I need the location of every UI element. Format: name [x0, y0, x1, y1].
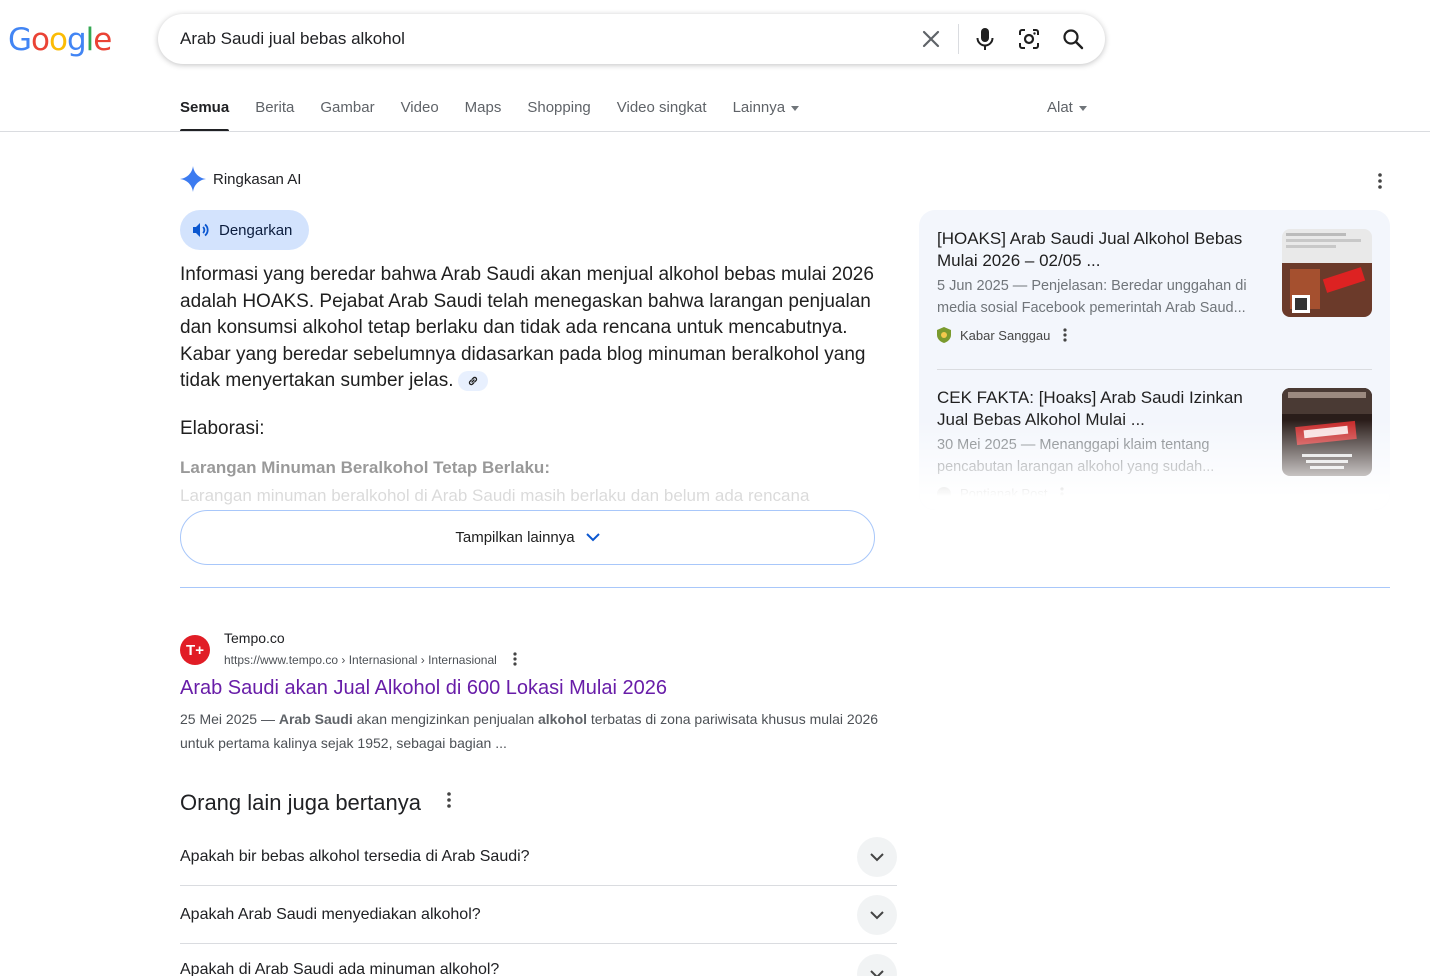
source-card-divider	[937, 369, 1372, 370]
tab-maps[interactable]: Maps	[465, 96, 502, 132]
source-card-title[interactable]: [HOAKS] Arab Saudi Jual Alkohol Bebas Mu…	[937, 228, 1267, 272]
gemini-sparkle-icon	[180, 166, 206, 192]
search-divider	[958, 24, 959, 54]
show-more-button[interactable]: Tampilkan lainnya	[180, 510, 875, 565]
clear-icon[interactable]	[918, 26, 944, 52]
ai-overview-title: Ringkasan AI	[213, 170, 302, 188]
tab-video[interactable]: Video	[401, 96, 439, 132]
tab-shopping[interactable]: Shopping	[527, 96, 590, 132]
tab-berita[interactable]: Berita	[255, 96, 294, 132]
tab-label: Berita	[255, 99, 295, 116]
chevron-down-icon[interactable]	[857, 954, 897, 976]
source-name: Kabar Sanggau	[960, 327, 1051, 343]
source-card[interactable]: [HOAKS] Arab Saudi Jual Alkohol Bebas Mu…	[937, 228, 1372, 343]
paa-title: Orang lain juga bertanya	[180, 790, 451, 816]
source-card-snippet: 5 Jun 2025 — Penjelasan: Beredar unggaha…	[937, 278, 1247, 316]
more-vert-icon[interactable]	[1063, 328, 1067, 342]
tab-label: Maps	[464, 99, 502, 116]
camera-lens-icon[interactable]	[1016, 26, 1042, 52]
snippet-text: akan mengizinkan penjualan	[352, 711, 538, 727]
listen-label: Dengarkan	[219, 221, 293, 239]
caret-down-icon	[1078, 106, 1087, 111]
search-box	[158, 14, 1105, 64]
paa-question[interactable]: Apakah bir bebas alkohol tersedia di Ara…	[180, 828, 897, 886]
snippet-highlight: alkohol	[538, 711, 588, 727]
paa-question-text: Apakah di Arab Saudi ada minuman alkohol…	[180, 961, 500, 976]
paa-question[interactable]: Apakah Arab Saudi menyediakan alkohol?	[180, 886, 897, 944]
tempo-favicon[interactable]: T+	[180, 635, 210, 665]
tab-label: Video	[400, 99, 439, 116]
tab-label: Lainnya	[732, 99, 786, 116]
chevron-down-icon	[585, 533, 600, 542]
search-input[interactable]	[180, 14, 900, 64]
microphone-icon[interactable]	[972, 26, 998, 52]
tab-semua[interactable]: Semua	[180, 96, 230, 132]
tools-button[interactable]: Alat	[1047, 96, 1087, 120]
paa-question-text: Apakah Arab Saudi menyediakan alkohol?	[180, 906, 481, 923]
google-logo[interactable]: Google	[8, 22, 112, 58]
header-divider	[0, 131, 1430, 132]
show-more-label: Tampilkan lainnya	[455, 529, 575, 546]
tab-label: Video singkat	[616, 99, 707, 116]
paa-question[interactable]: Apakah di Arab Saudi ada minuman alkohol…	[180, 944, 897, 976]
tab-label: Shopping	[527, 99, 591, 116]
source-thumbnail	[1282, 229, 1372, 317]
source-name: Pontianak Post	[960, 486, 1048, 501]
result-url-row[interactable]: https://www.tempo.co › Internasional › I…	[224, 652, 517, 667]
elaboration-title: Elaborasi:	[180, 418, 265, 439]
source-card-title[interactable]: CEK FAKTA: [Hoaks] Arab Saudi Izinkan Ju…	[937, 387, 1267, 431]
link-icon	[468, 377, 477, 386]
source-favicon-icon	[937, 486, 951, 501]
ai-overview-text: Informasi yang beredar bahwa Arab Saudi …	[180, 262, 880, 395]
more-vert-icon[interactable]	[447, 792, 451, 808]
ai-overview-divider	[180, 587, 1390, 588]
source-card-snippet: 30 Mei 2025 — Menanggapi klaim tentang p…	[937, 437, 1215, 475]
source-card[interactable]: CEK FAKTA: [Hoaks] Arab Saudi Izinkan Ju…	[937, 387, 1372, 501]
ai-overview-header: Ringkasan AI	[180, 166, 301, 192]
favicon-text: T+	[186, 641, 204, 659]
source-card-source: Pontianak Post	[937, 486, 1372, 501]
more-vert-icon[interactable]	[513, 652, 517, 666]
ai-overview-paragraph: Informasi yang beredar bahwa Arab Saudi …	[180, 264, 874, 392]
caret-down-icon	[791, 106, 800, 111]
tab-lainnya[interactable]: Lainnya	[733, 96, 800, 132]
tools-label: Alat	[1047, 99, 1073, 116]
source-thumbnail	[1282, 388, 1372, 476]
ai-overview-more-icon[interactable]	[1370, 171, 1390, 191]
paa-question-text: Apakah bir bebas alkohol tersedia di Ara…	[180, 848, 530, 865]
result-url: https://www.tempo.co › Internasional › I…	[224, 653, 497, 667]
more-vert-icon[interactable]	[1060, 486, 1065, 501]
tab-gambar[interactable]: Gambar	[320, 96, 374, 132]
listen-button[interactable]: Dengarkan	[180, 210, 309, 250]
ai-sources-panel: [HOAKS] Arab Saudi Jual Alkohol Bebas Mu…	[919, 210, 1390, 510]
paa-title-text: Orang lain juga bertanya	[180, 790, 421, 815]
shield-favicon-icon	[937, 327, 951, 343]
tab-video-singkat[interactable]: Video singkat	[617, 96, 707, 132]
citation-link-chip[interactable]	[457, 371, 488, 392]
snippet-date: 25 Mei 2025 —	[180, 711, 279, 727]
chevron-down-icon[interactable]	[857, 837, 897, 877]
elaboration-subtitle: Larangan Minuman Beralkohol Tetap Berlak…	[180, 458, 550, 477]
source-card-source: Kabar Sanggau	[937, 327, 1372, 343]
result-snippet: 25 Mei 2025 — Arab Saudi akan mengizinka…	[180, 707, 880, 755]
result-site-name[interactable]: Tempo.co	[224, 630, 285, 646]
speaker-icon	[193, 223, 209, 237]
tab-label: Semua	[180, 99, 230, 116]
chevron-down-icon[interactable]	[857, 895, 897, 935]
snippet-highlight: Arab Saudi	[278, 711, 353, 727]
search-tabs: Semua Berita Gambar Video Maps Shopping …	[180, 96, 825, 132]
search-icon[interactable]	[1060, 26, 1086, 52]
tab-label: Gambar	[320, 99, 375, 116]
elaboration-body: Larangan minuman beralkohol di Arab Saud…	[180, 486, 810, 505]
result-title-link[interactable]: Arab Saudi akan Jual Alkohol di 600 Loka…	[180, 677, 667, 700]
